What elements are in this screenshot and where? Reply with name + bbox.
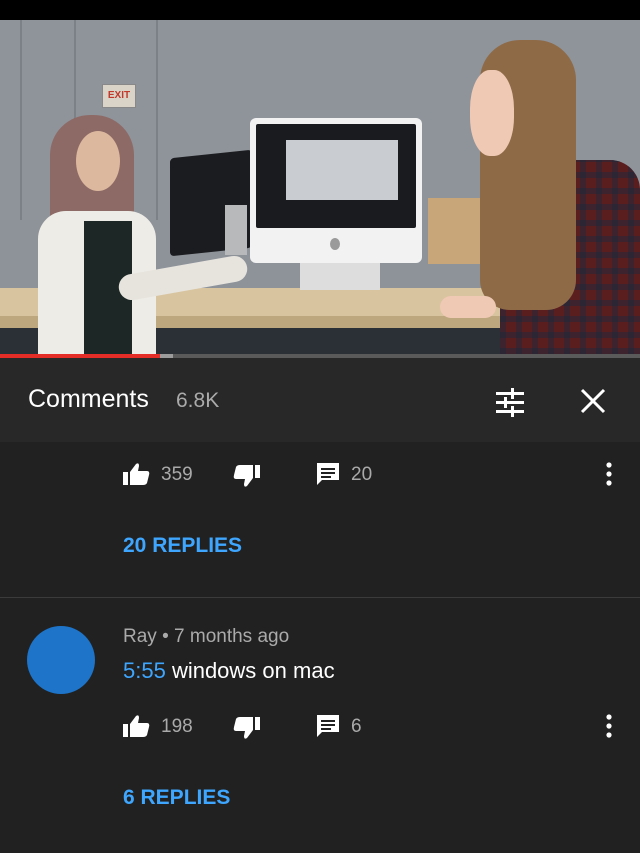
- comments-title: Comments: [28, 385, 149, 413]
- video-player[interactable]: EXIT: [0, 20, 640, 354]
- video-person-right: [440, 40, 640, 354]
- more-options-button[interactable]: [600, 460, 618, 488]
- view-replies-link[interactable]: 6 REPLIES: [123, 786, 230, 810]
- comment-text: 5:55 windows on mac: [123, 658, 335, 684]
- comment-author-line: Ray • 7 months ago: [123, 626, 289, 648]
- reply-button[interactable]: [316, 462, 340, 486]
- thumbs-down-icon: [233, 465, 260, 487]
- comment-author[interactable]: Ray: [123, 626, 157, 647]
- close-comments-button[interactable]: [578, 386, 608, 416]
- thumbs-down-icon: [233, 717, 260, 739]
- divider: [0, 597, 640, 598]
- video-imac-stand: [300, 262, 380, 290]
- like-count: 359: [161, 464, 193, 485]
- more-vert-icon: [606, 714, 612, 738]
- comment-icon: [317, 715, 339, 737]
- more-options-button[interactable]: [600, 712, 618, 740]
- close-icon: [580, 388, 606, 414]
- sort-filter-button[interactable]: [494, 388, 526, 418]
- dislike-button[interactable]: [233, 464, 261, 488]
- sliders-icon: [496, 388, 524, 417]
- like-count: 198: [161, 716, 193, 737]
- thumbs-up-icon: [123, 463, 150, 485]
- wall-panel: [20, 20, 22, 220]
- reply-count: 20: [351, 464, 373, 485]
- avatar[interactable]: [27, 626, 95, 694]
- dislike-button[interactable]: [233, 716, 261, 740]
- status-bar: [0, 0, 640, 20]
- like-button[interactable]: [122, 462, 150, 486]
- more-vert-icon: [606, 462, 612, 486]
- timestamp-link[interactable]: 5:55: [123, 658, 166, 683]
- comment-body: windows on mac: [165, 658, 335, 683]
- comment-age: 7 months ago: [174, 626, 290, 647]
- separator-dot: •: [162, 626, 169, 647]
- reply-button[interactable]: [316, 714, 340, 738]
- video-monitor-stand: [225, 205, 247, 255]
- reply-count: 6: [351, 716, 362, 737]
- video-person-left: [38, 115, 250, 354]
- comment-actions: 198 6: [0, 706, 640, 746]
- comments-count: 6.8K: [176, 389, 220, 412]
- comment-actions: 359 20: [0, 454, 640, 494]
- comments-list[interactable]: 359 20 20 REPLIES Ray • 7 months ago 5:5…: [0, 442, 640, 853]
- comment-icon: [317, 463, 339, 485]
- thumbs-up-icon: [123, 715, 150, 737]
- exit-sign: EXIT: [102, 84, 136, 108]
- video-imac: [250, 118, 422, 263]
- like-button[interactable]: [122, 714, 150, 738]
- comments-header: Comments 6.8K: [0, 358, 640, 442]
- view-replies-link[interactable]: 20 REPLIES: [123, 534, 242, 558]
